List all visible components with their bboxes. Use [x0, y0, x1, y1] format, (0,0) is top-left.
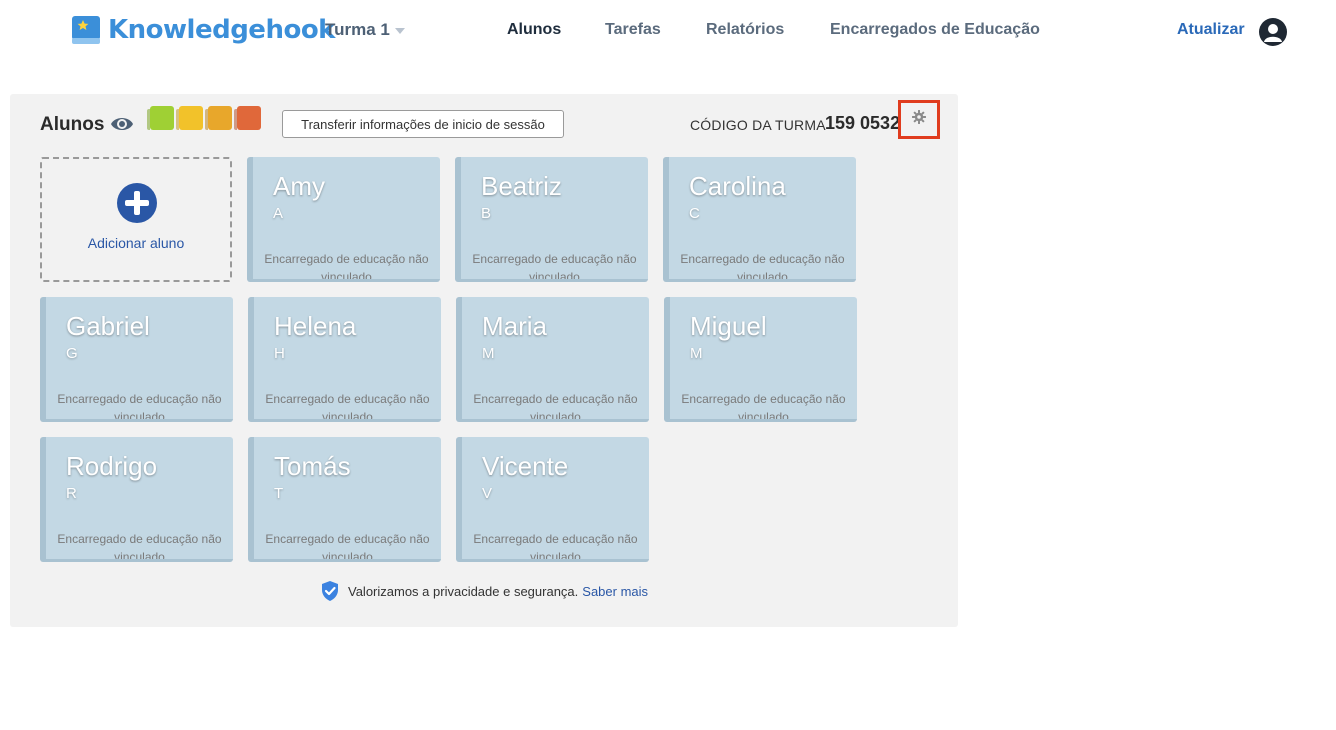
gear-icon: [912, 110, 926, 129]
student-initial: B: [481, 205, 492, 222]
parent-status: Encarregado de educação não vinculado: [472, 252, 637, 282]
student-initial: A: [273, 205, 284, 222]
students-panel: Alunos Transferir informações de inicio …: [10, 94, 958, 627]
student-card[interactable]: Helena H Encarregado de educação não vin…: [248, 297, 441, 422]
color-swatch-orange[interactable]: [208, 106, 232, 130]
class-selector-label: Turma 1: [325, 20, 390, 39]
eye-icon[interactable]: [110, 115, 134, 133]
update-button[interactable]: Atualizar: [1177, 21, 1245, 39]
parent-status: Encarregado de educação não vinculado: [265, 532, 430, 562]
shield-check-icon: [320, 580, 340, 602]
student-name: Maria: [482, 311, 548, 341]
student-initial: M: [690, 345, 703, 362]
student-initial: R: [66, 485, 77, 502]
student-name: Miguel: [690, 311, 767, 341]
class-code-label: CÓDIGO DA TURMA: [690, 117, 826, 133]
add-student-card[interactable]: Adicionar aluno: [40, 157, 232, 282]
parent-status: Encarregado de educação não vinculado: [264, 252, 429, 282]
privacy-notice: Valorizamos a privacidade e segurança. S…: [320, 580, 648, 602]
student-initial: T: [274, 485, 284, 502]
nav-alunos[interactable]: Alunos: [507, 21, 561, 39]
student-card[interactable]: Tomás T Encarregado de educação não vinc…: [248, 437, 441, 562]
learn-more-link[interactable]: Saber mais: [582, 584, 648, 599]
student-card[interactable]: Amy A Encarregado de educação não vincul…: [247, 157, 440, 282]
parent-status: Encarregado de educação não vinculado: [680, 252, 845, 282]
parent-status: Encarregado de educação não vinculado: [681, 392, 846, 422]
parent-status: Encarregado de educação não vinculado: [57, 532, 222, 562]
student-card[interactable]: Beatriz B Encarregado de educação não vi…: [455, 157, 648, 282]
parent-status: Encarregado de educação não vinculado: [265, 392, 430, 422]
parent-status: Encarregado de educação não vinculado: [473, 392, 638, 422]
panel-title: Alunos: [40, 114, 105, 135]
privacy-text: Valorizamos a privacidade e segurança.: [348, 583, 579, 599]
logo[interactable]: Knowledgehook: [70, 14, 335, 46]
student-name: Tomás: [274, 451, 351, 481]
user-avatar-icon[interactable]: [1259, 18, 1287, 46]
student-name: Vicente: [482, 451, 569, 481]
nav-encarregados[interactable]: Encarregados de Educação: [830, 21, 1040, 39]
plus-circle-icon: [117, 183, 157, 223]
color-swatch-yellow[interactable]: [179, 106, 203, 130]
parent-status: Encarregado de educação não vinculado: [473, 532, 638, 562]
student-initial: M: [482, 345, 495, 362]
student-card[interactable]: Miguel M Encarregado de educação não vin…: [664, 297, 857, 422]
student-initial: G: [66, 345, 78, 362]
student-card[interactable]: Gabriel G Encarregado de educação não vi…: [40, 297, 233, 422]
chevron-down-icon: [394, 28, 405, 34]
student-initial: H: [274, 345, 285, 362]
settings-button[interactable]: [898, 100, 940, 139]
student-initial: C: [689, 205, 700, 222]
nav-tarefas[interactable]: Tarefas: [605, 21, 661, 39]
student-name: Rodrigo: [66, 451, 158, 481]
student-name: Amy: [273, 171, 325, 201]
add-student-label: Adicionar aluno: [87, 235, 185, 251]
student-name: Helena: [274, 311, 357, 341]
student-card[interactable]: Vicente V Encarregado de educação não vi…: [456, 437, 649, 562]
student-name: Beatriz: [481, 171, 562, 201]
color-swatch-green[interactable]: [150, 106, 174, 130]
class-selector[interactable]: Turma 1: [325, 20, 405, 40]
color-swatch-red[interactable]: [237, 106, 261, 130]
student-card[interactable]: Maria M Encarregado de educação não vinc…: [456, 297, 649, 422]
student-name: Gabriel: [66, 311, 150, 341]
student-card[interactable]: Carolina C Encarregado de educação não v…: [663, 157, 856, 282]
nav-relatorios[interactable]: Relatórios: [706, 21, 784, 39]
top-header: Knowledgehook Turma 1 Alunos Tarefas Rel…: [0, 0, 1336, 64]
book-star-icon: [70, 14, 102, 46]
student-name: Carolina: [689, 171, 786, 201]
parent-status: Encarregado de educação não vinculado: [57, 392, 222, 422]
logo-text: Knowledgehook: [108, 15, 335, 45]
class-code: 159 0532: [825, 113, 901, 133]
color-swatches: [150, 106, 261, 130]
student-card[interactable]: Rodrigo R Encarregado de educação não vi…: [40, 437, 233, 562]
transfer-login-info-button[interactable]: Transferir informações de inicio de sess…: [282, 110, 564, 138]
student-initial: V: [482, 485, 493, 502]
